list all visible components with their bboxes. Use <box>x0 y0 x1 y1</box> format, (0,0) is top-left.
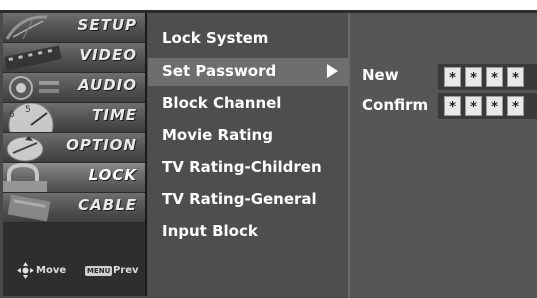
confirm-password-label: Confirm <box>362 96 429 114</box>
menu-item-label: Input Block <box>162 222 258 240</box>
menu-item-label: TV Rating-Children <box>162 158 322 176</box>
navigation-arrows-icon <box>17 262 34 279</box>
menu-item-set-password[interactable]: Set Password <box>148 58 348 86</box>
menu-item-label: Block Channel <box>162 94 282 112</box>
password-digit: * <box>507 96 524 116</box>
move-hint-label: Move <box>36 265 67 276</box>
category-cable[interactable]: CABLE <box>3 193 145 223</box>
menu-item-label: Lock System <box>162 29 269 47</box>
satellite-dish-icon <box>5 15 48 40</box>
arrow-right-icon <box>327 64 338 78</box>
lock-icon <box>3 163 47 192</box>
option-badge-icon <box>6 136 44 162</box>
cable-card-icon <box>7 194 51 222</box>
category-setup[interactable]: SETUP <box>3 13 145 43</box>
lock-submenu: Lock System Set Password Block Channel M… <box>148 13 350 298</box>
category-label: AUDIO <box>78 76 137 94</box>
category-video[interactable]: VIDEO <box>3 43 145 73</box>
category-label: SETUP <box>77 16 137 34</box>
menu-item-label: TV Rating-General <box>162 190 317 208</box>
password-digit: * <box>486 96 503 116</box>
svg-text:5: 5 <box>25 105 31 115</box>
category-option[interactable]: OPTION <box>3 133 145 163</box>
password-digit: * <box>465 96 482 116</box>
menu-item-tv-rating-general[interactable]: TV Rating-General <box>148 186 348 214</box>
category-label: TIME <box>92 106 137 124</box>
new-password-field[interactable]: * * * * <box>438 64 537 90</box>
category-time[interactable]: 6 5 TIME <box>3 103 145 133</box>
set-password-panel: New * * * * Confirm * * * * <box>350 13 537 298</box>
menu-item-movie-rating[interactable]: Movie Rating <box>148 122 348 150</box>
menu-item-label: Set Password <box>162 62 277 80</box>
confirm-password-field[interactable]: * * * * <box>438 93 537 119</box>
speaker-icon <box>9 76 59 100</box>
prev-hint-label: Prev <box>113 265 139 276</box>
menu-key-icon: MENU <box>85 266 113 276</box>
film-strip-icon <box>4 45 62 71</box>
menu-item-label: Movie Rating <box>162 126 273 144</box>
category-label: CABLE <box>78 196 137 214</box>
menu-item-block-channel[interactable]: Block Channel <box>148 90 348 118</box>
menu-item-lock-system[interactable]: Lock System <box>148 25 348 53</box>
category-sidebar: SETUP VIDEO AUDIO 6 5 TIME OPTION LOCK C… <box>3 13 147 296</box>
password-digit: * <box>444 67 461 87</box>
svg-text:6: 6 <box>9 110 15 120</box>
menu-item-input-block[interactable]: Input Block <box>148 218 348 246</box>
password-digit: * <box>507 67 524 87</box>
category-lock[interactable]: LOCK <box>3 163 145 193</box>
password-digit: * <box>465 67 482 87</box>
category-label: OPTION <box>66 136 137 154</box>
password-digit: * <box>486 67 503 87</box>
help-bar: Move MENU Prev <box>17 258 142 298</box>
category-audio[interactable]: AUDIO <box>3 73 145 103</box>
category-label: VIDEO <box>79 46 137 64</box>
menu-item-tv-rating-children[interactable]: TV Rating-Children <box>148 154 348 182</box>
category-label: LOCK <box>88 166 137 184</box>
clock-icon: 6 5 <box>8 103 54 132</box>
password-digit: * <box>444 96 461 116</box>
new-password-label: New <box>362 66 399 84</box>
